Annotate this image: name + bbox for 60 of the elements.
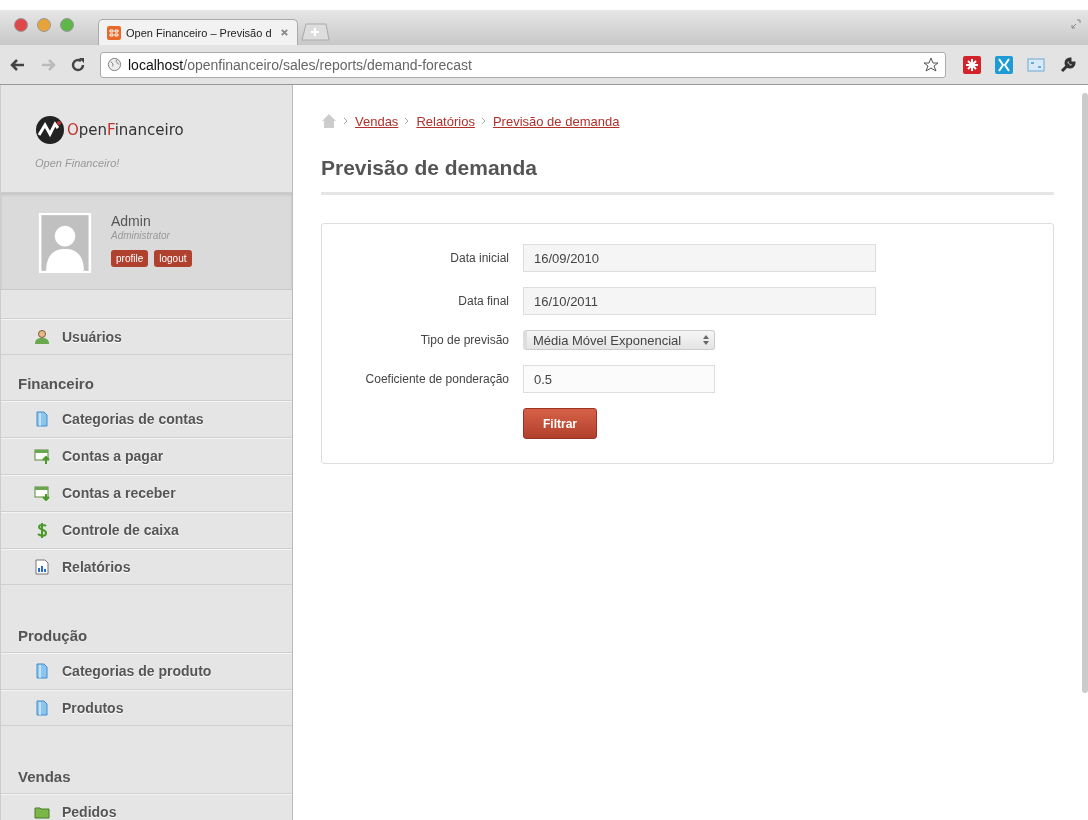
zoom-window-button[interactable] — [60, 18, 74, 32]
section-title: Vendas — [18, 768, 71, 785]
date-field[interactable]: 16/10/2011 — [523, 287, 876, 315]
nav-item[interactable]: Usuários — [1, 318, 292, 355]
chart-document-icon — [34, 558, 50, 575]
field-label: Coeficiente de ponderação — [364, 372, 509, 386]
tagline: Open Financeiro! — [35, 157, 121, 169]
document-icon — [34, 699, 50, 716]
nav-item[interactable]: Pedidos — [1, 793, 292, 820]
user-icon — [34, 328, 50, 345]
address-bar[interactable]: localhost/openfinanceiro/sales/reports/demand-forecast — [100, 51, 946, 78]
nav-item[interactable]: Contas a pagar — [1, 437, 292, 474]
user-action-button[interactable]: logout — [154, 250, 192, 267]
bookmark-star-icon[interactable] — [923, 56, 939, 73]
section-title: Financeiro — [18, 375, 94, 392]
user-role: Administrator — [111, 230, 171, 241]
field-label: Tipo de previsão — [419, 333, 509, 347]
site-favicon-icon — [107, 25, 121, 40]
filter-button[interactable]: Filtrar — [523, 408, 597, 439]
close-window-button[interactable] — [14, 18, 28, 32]
input-field[interactable]: 0.5 — [523, 365, 715, 393]
logo-text: OpenFinanceiro — [67, 121, 184, 139]
page-title: Previsão de demanda — [321, 156, 1054, 195]
field-label: Data inicial — [449, 251, 509, 265]
chevron-icon — [343, 116, 349, 126]
fullscreen-icon[interactable] — [1070, 18, 1082, 30]
section-title: Produção — [18, 627, 88, 644]
date-field[interactable]: 16/09/2010 — [523, 244, 876, 272]
document-icon — [34, 663, 50, 679]
new-tab-icon[interactable] — [300, 23, 330, 41]
user-name: Admin — [111, 213, 152, 229]
logo-icon — [35, 115, 65, 145]
field-label: Data final — [457, 294, 509, 308]
window-extension-icon[interactable] — [1027, 55, 1045, 74]
nav-item[interactable]: Categorias de contas — [1, 400, 292, 437]
globe-icon — [107, 57, 122, 72]
nav-item[interactable]: Relatórios — [1, 548, 292, 585]
browser-tab[interactable]: Open Financeiro – Previsão d — [98, 19, 298, 45]
nav-item[interactable]: Contas a receber — [1, 474, 292, 511]
chevron-icon — [404, 116, 411, 126]
nav-item[interactable]: Produtos — [1, 689, 292, 726]
asterisk-extension-icon[interactable] — [963, 55, 981, 74]
scrollbar[interactable] — [1082, 93, 1088, 693]
nav-item[interactable]: Controle de caixa — [1, 511, 292, 548]
updown-arrows-icon — [702, 334, 710, 346]
dollar-icon — [34, 522, 50, 538]
back-arrow-icon[interactable] — [10, 56, 26, 73]
chevron-icon — [480, 116, 487, 126]
close-tab-icon[interactable] — [280, 28, 289, 37]
document-icon — [34, 411, 50, 427]
breadcrumb-link[interactable]: Relatórios — [416, 113, 475, 129]
dropdown[interactable]: Média Móvel Exponencial — [523, 330, 715, 350]
minimize-window-button[interactable] — [37, 18, 51, 32]
breadcrumb-link[interactable]: Vendas — [355, 113, 399, 129]
breadcrumb-link[interactable]: Previsão de demanda — [492, 113, 620, 129]
home-icon[interactable] — [321, 113, 337, 129]
user-action-button[interactable]: profile — [111, 250, 149, 267]
nav-item[interactable]: Categorias de produto — [1, 652, 292, 689]
reload-icon[interactable] — [70, 56, 86, 73]
wrench-icon[interactable] — [1059, 55, 1077, 74]
